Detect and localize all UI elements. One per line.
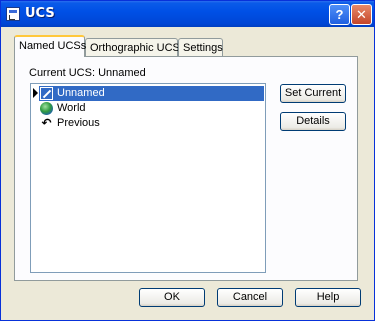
list-item-world[interactable]: World	[31, 101, 265, 116]
details-button[interactable]: Details	[280, 112, 346, 131]
ucs-dialog: UCS ? ✕ Named UCSs Orthographic UCSs Set…	[0, 0, 375, 321]
list-item-label: Unnamed	[57, 87, 105, 99]
help-icon[interactable]: ?	[329, 4, 350, 25]
set-current-button[interactable]: Set Current	[280, 84, 346, 103]
named-ucss-panel: Current UCS: Unnamed Unnamed World ↶ Pre…	[14, 56, 358, 281]
globe-icon	[40, 102, 53, 115]
title-bar[interactable]: UCS ? ✕	[1, 1, 374, 27]
pencil-icon	[40, 87, 53, 100]
current-indicator-icon	[33, 88, 38, 98]
named-ucs-list[interactable]: Unnamed World ↶ Previous	[30, 83, 266, 273]
list-item-label: Previous	[57, 117, 100, 129]
list-item-label: World	[57, 102, 86, 114]
tab-orthographic-ucss[interactable]: Orthographic UCSs	[85, 38, 185, 57]
tab-settings[interactable]: Settings	[178, 38, 223, 57]
window-title: UCS	[25, 6, 55, 21]
ucs-app-icon	[6, 7, 20, 21]
list-item-previous[interactable]: ↶ Previous	[31, 116, 265, 131]
previous-arrow-icon: ↶	[41, 116, 52, 130]
help-button[interactable]: Help	[295, 288, 361, 307]
tab-named-ucss[interactable]: Named UCSs	[14, 35, 86, 57]
list-item-unnamed[interactable]: Unnamed	[31, 86, 265, 101]
current-ucs-label: Current UCS: Unnamed	[29, 67, 146, 79]
close-icon[interactable]: ✕	[351, 4, 372, 25]
cancel-button[interactable]: Cancel	[217, 288, 283, 307]
ok-button[interactable]: OK	[139, 288, 205, 307]
